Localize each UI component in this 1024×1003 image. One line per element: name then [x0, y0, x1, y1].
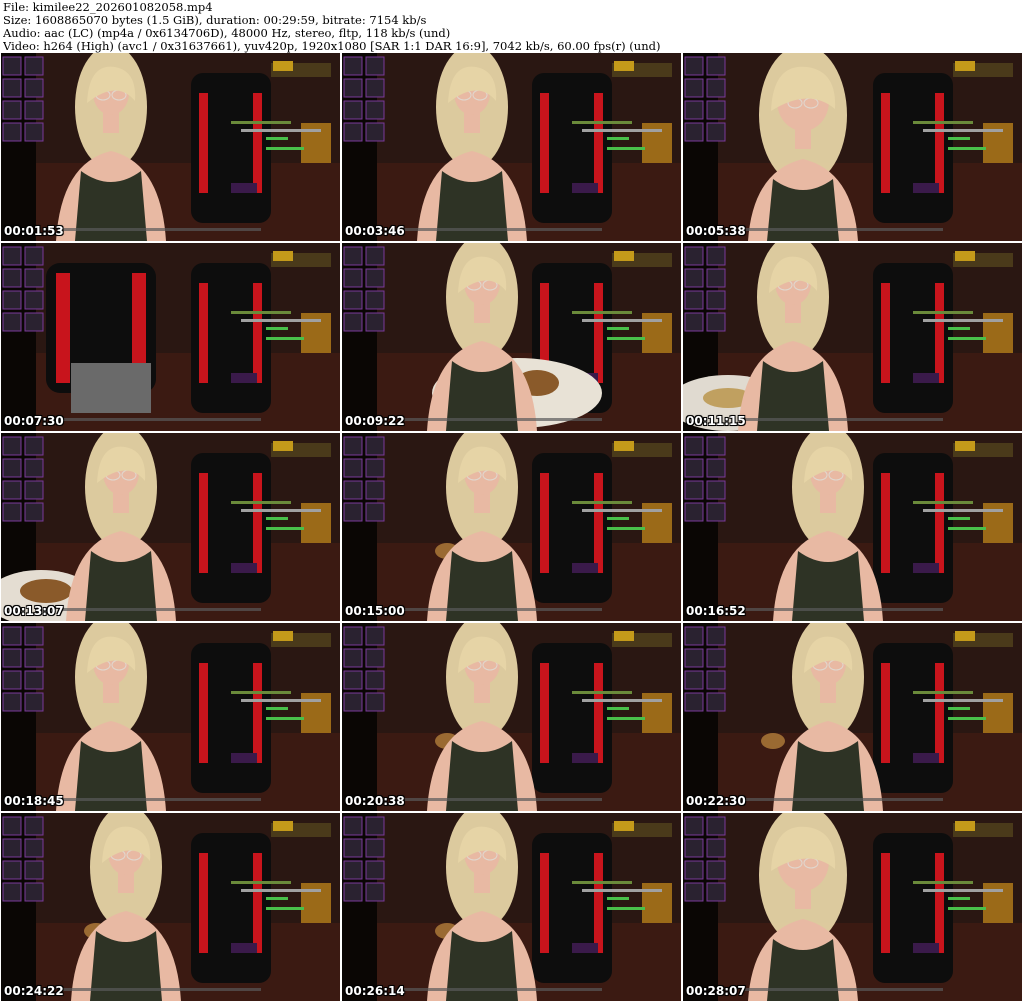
frame-image — [1, 433, 340, 621]
frame-timestamp: 00:13:07 — [4, 604, 64, 618]
frame-image — [342, 53, 681, 241]
audio-info-line: Audio: aac (LC) (mp4a / 0x6134706D), 480… — [3, 27, 451, 40]
frame-timestamp: 00:18:45 — [4, 794, 64, 808]
frame-timestamp: 00:24:22 — [4, 984, 64, 998]
video-frame-thumbnail: 00:01:53 — [1, 53, 340, 241]
frame-timestamp: 00:26:14 — [345, 984, 405, 998]
video-frame-thumbnail: 00:16:52 — [683, 433, 1022, 621]
frame-timestamp: 00:09:22 — [345, 414, 405, 428]
video-frame-thumbnail: 00:05:38 — [683, 53, 1022, 241]
frame-image — [1, 53, 340, 241]
video-frame-thumbnail: 00:28:07 — [683, 813, 1022, 1001]
video-frame-thumbnail: 00:07:30 — [1, 243, 340, 431]
video-frame-thumbnail: 00:09:22 — [342, 243, 681, 431]
frame-image — [683, 813, 1022, 1001]
video-frame-thumbnail: 00:22:30 — [683, 623, 1022, 811]
video-frame-thumbnail: 00:03:46 — [342, 53, 681, 241]
frame-timestamp: 00:16:52 — [686, 604, 746, 618]
frame-image — [683, 623, 1022, 811]
frame-image — [342, 243, 681, 431]
video-frame-thumbnail: 00:13:07 — [1, 433, 340, 621]
video-info-header: File: kimilee22_202601082058.mp4 Size: 1… — [3, 1, 1021, 53]
video-frame-thumbnail: 00:24:22 — [1, 813, 340, 1001]
frame-timestamp: 00:28:07 — [686, 984, 746, 998]
video-info-line: Video: h264 (High) (avc1 / 0x31637661), … — [3, 40, 661, 53]
frame-timestamp: 00:22:30 — [686, 794, 746, 808]
video-frame-thumbnail: 00:15:00 — [342, 433, 681, 621]
frame-image — [1, 623, 340, 811]
video-frame-thumbnail: 00:18:45 — [1, 623, 340, 811]
video-frame-thumbnail: 00:26:14 — [342, 813, 681, 1001]
frame-timestamp: 00:11:15 — [686, 414, 746, 428]
frame-timestamp: 00:07:30 — [4, 414, 64, 428]
frame-image — [342, 433, 681, 621]
frame-image — [683, 53, 1022, 241]
frame-timestamp: 00:15:00 — [345, 604, 405, 618]
frame-image — [342, 813, 681, 1001]
frame-image — [683, 433, 1022, 621]
frame-timestamp: 00:03:46 — [345, 224, 405, 238]
frame-timestamp: 00:05:38 — [686, 224, 746, 238]
frame-image — [683, 243, 1022, 431]
frame-image — [1, 813, 340, 1001]
frame-image — [1, 243, 340, 431]
frame-image — [342, 623, 681, 811]
video-frame-thumbnail: 00:11:15 — [683, 243, 1022, 431]
frame-timestamp: 00:01:53 — [4, 224, 64, 238]
frame-timestamp: 00:20:38 — [345, 794, 405, 808]
size-line: Size: 1608865070 bytes (1.5 GiB), durati… — [3, 14, 427, 27]
file-name-line: File: kimilee22_202601082058.mp4 — [3, 1, 213, 14]
thumbnail-grid: 00:01:53 00:03:46 00:05:38 00:07:30 00:09:… — [1, 53, 1023, 1003]
video-frame-thumbnail: 00:20:38 — [342, 623, 681, 811]
